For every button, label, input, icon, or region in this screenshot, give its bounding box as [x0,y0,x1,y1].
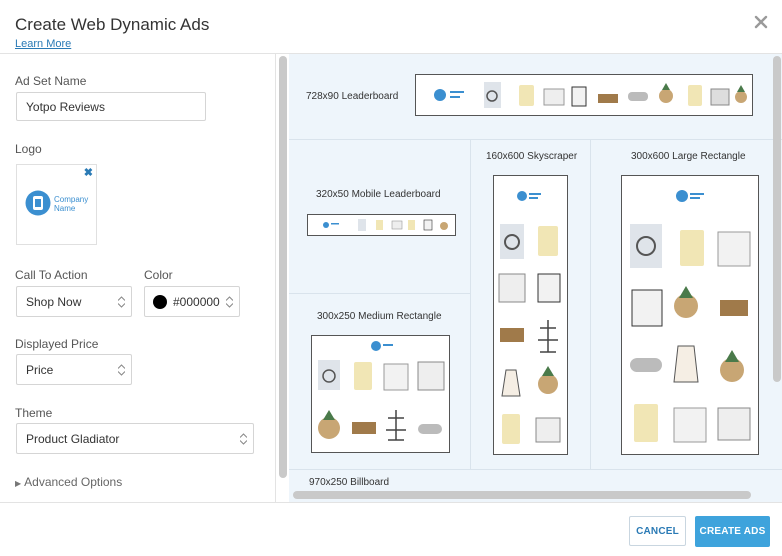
price-value: Price [26,362,54,377]
medium-rectangle-products [318,341,445,441]
mobile-leaderboard-label: 320x50 Mobile Leaderboard [316,189,441,200]
billboard-label: 970x250 Billboard [309,477,390,488]
cta-label: Call To Action [15,268,88,282]
select-arrows-icon [226,295,233,308]
divider [590,139,591,469]
color-picker[interactable]: #000000 [144,286,240,317]
caret-right-icon: ▶ [15,479,22,488]
cta-select[interactable]: Shop Now [16,286,132,317]
medium-rectangle-preview [311,335,450,453]
left-scrollbar[interactable] [279,56,287,478]
remove-logo-icon[interactable]: ✖ [84,166,93,179]
large-rectangle-preview [621,175,759,455]
color-value: #000000 [173,294,220,309]
preview-horizontal-scrollbar[interactable] [293,491,751,499]
logo-label: Logo [15,142,42,156]
create-ads-modal: Create Web Dynamic Ads Learn More Ad Set… [0,0,782,556]
theme-select[interactable]: Product Gladiator [16,423,254,454]
leaderboard-label: 728x90 Leaderboard [306,91,399,102]
leaderboard-products [434,82,747,108]
select-arrows-icon [118,363,125,376]
color-swatch [153,294,167,309]
divider [289,139,782,140]
theme-label: Theme [15,406,53,420]
cancel-button[interactable]: CANCEL [629,516,686,546]
divider [289,293,470,294]
skyscraper-products [498,191,561,444]
color-label: Color [144,268,173,282]
cta-value: Shop Now [26,294,82,309]
theme-value: Product Gladiator [26,431,120,446]
modal-title: Create Web Dynamic Ads [15,15,210,34]
logo-text-line2: Name [54,204,76,213]
select-arrows-icon [118,295,125,308]
divider [470,139,471,469]
mobile-leaderboard-preview [307,214,456,236]
ad-set-name-input[interactable]: Yotpo Reviews [16,92,206,121]
settings-panel: Ad Set Name Yotpo Reviews Logo ✖ Company… [0,54,276,502]
learn-more-link[interactable]: Learn More [15,38,71,50]
skyscraper-label: 160x600 Skyscraper [486,151,578,162]
price-select[interactable]: Price [16,354,132,385]
skyscraper-preview [493,175,568,455]
mobile-leaderboard-products [323,219,448,231]
preview-vertical-scrollbar[interactable] [773,56,781,382]
medium-rectangle-label: 300x250 Medium Rectangle [317,311,442,322]
ad-set-name-label: Ad Set Name [15,74,87,88]
ad-preview-panel: 728x90 Leaderboard 320x50 Mobile Leaderb… [289,54,782,502]
advanced-options-label: Advanced Options [24,475,123,489]
large-rectangle-label: 300x600 Large Rectangle [631,151,746,162]
select-arrows-icon [240,432,247,445]
advanced-options-toggle[interactable]: ▶ Advanced Options [15,475,122,489]
create-ads-button[interactable]: CREATE ADS [695,516,770,547]
modal-footer: CANCEL CREATE ADS [0,502,782,556]
logo-text-line1: Company [54,195,89,204]
leaderboard-preview [415,74,753,116]
divider [289,469,782,470]
close-icon[interactable] [754,15,768,29]
large-rectangle-products [630,190,751,443]
modal-header: Create Web Dynamic Ads Learn More [0,0,782,54]
logo-upload[interactable]: ✖ Company Name [16,164,97,245]
ad-set-name-value: Yotpo Reviews [26,99,105,114]
company-logo-icon [25,190,51,216]
price-label: Displayed Price [15,337,99,351]
